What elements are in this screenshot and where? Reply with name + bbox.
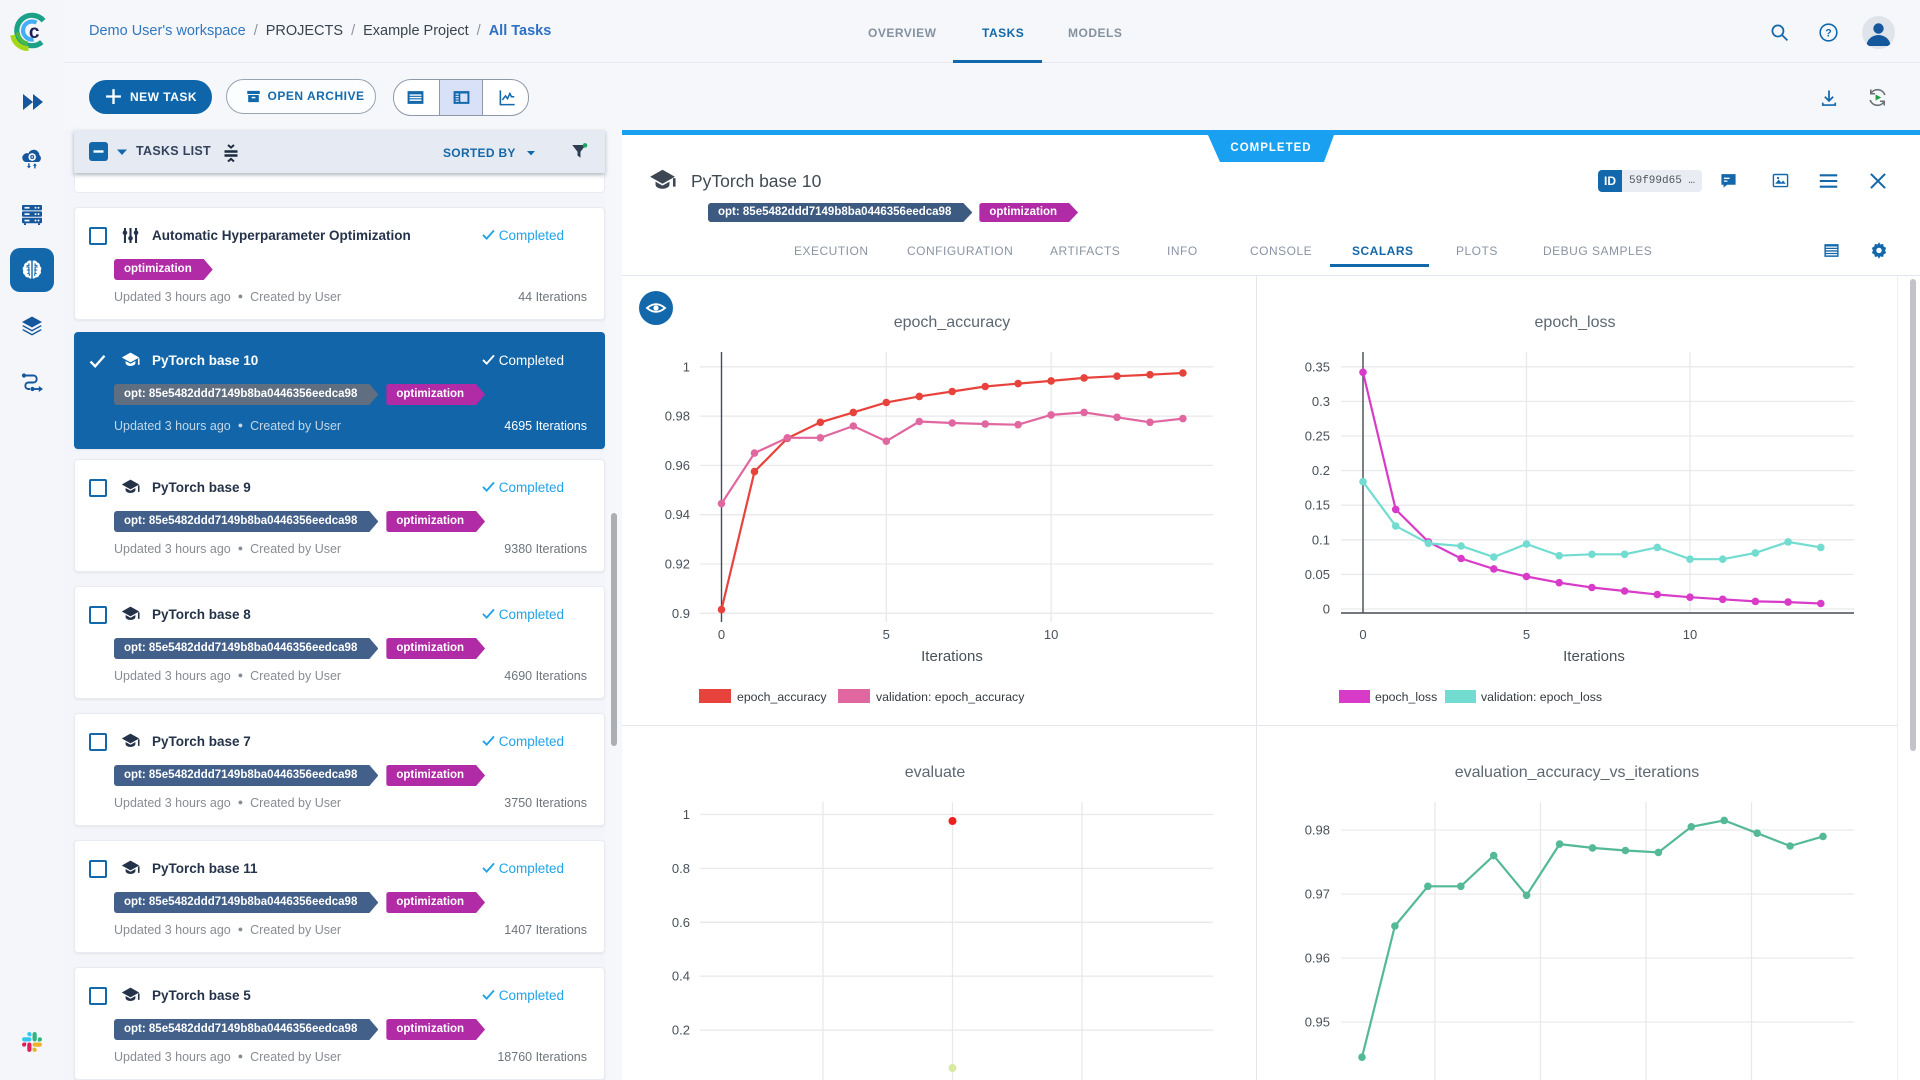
svg-text:0.96: 0.96	[1305, 951, 1330, 966]
svg-text:0.94: 0.94	[665, 507, 690, 522]
svg-text:0.05: 0.05	[1305, 567, 1330, 582]
svg-text:0.9: 0.9	[672, 606, 690, 621]
svg-text:0: 0	[718, 627, 725, 642]
svg-text:0.95: 0.95	[1305, 1015, 1330, 1030]
svg-text:0.96: 0.96	[665, 458, 690, 473]
svg-text:1: 1	[683, 807, 690, 822]
svg-text:evaluation_accuracy_vs_iterati: evaluation_accuracy_vs_iterations	[1455, 764, 1700, 781]
svg-text:0.98: 0.98	[1305, 823, 1330, 838]
svg-text:0: 0	[1359, 627, 1366, 642]
svg-text:epoch_loss: epoch_loss	[1535, 314, 1616, 331]
svg-text:?: ?	[1825, 27, 1832, 39]
svg-text:epoch_loss: epoch_loss	[1375, 690, 1437, 704]
svg-text:evaluate: evaluate	[905, 764, 966, 781]
svg-text:Iterations: Iterations	[921, 648, 983, 665]
svg-text:0.2: 0.2	[672, 1023, 690, 1038]
svg-text:0: 0	[1323, 602, 1330, 617]
svg-text:0.15: 0.15	[1305, 498, 1330, 513]
svg-text:0.3: 0.3	[1312, 394, 1330, 409]
svg-text:0.4: 0.4	[672, 969, 690, 984]
svg-text:validation: epoch_accuracy: validation: epoch_accuracy	[876, 690, 1025, 704]
svg-text:Iterations: Iterations	[1563, 648, 1625, 665]
svg-text:epoch_accuracy: epoch_accuracy	[894, 314, 1011, 331]
svg-text:0.98: 0.98	[665, 409, 690, 424]
svg-text:0.2: 0.2	[1312, 463, 1330, 478]
svg-text:0.8: 0.8	[672, 861, 690, 876]
svg-text:0.6: 0.6	[672, 915, 690, 930]
svg-text:0.35: 0.35	[1305, 359, 1330, 374]
svg-text:10: 10	[1683, 627, 1697, 642]
svg-text:epoch_accuracy: epoch_accuracy	[737, 690, 827, 704]
svg-text:5: 5	[883, 627, 890, 642]
svg-text:5: 5	[1523, 627, 1530, 642]
svg-text:0.97: 0.97	[1305, 887, 1330, 902]
svg-text:1: 1	[683, 359, 690, 374]
svg-text:0.25: 0.25	[1305, 429, 1330, 444]
svg-text:c: c	[29, 22, 40, 43]
svg-text:10: 10	[1044, 627, 1058, 642]
svg-text:0.1: 0.1	[1312, 532, 1330, 547]
svg-text:0.92: 0.92	[665, 557, 690, 572]
svg-text:validation: epoch_loss: validation: epoch_loss	[1481, 690, 1602, 704]
